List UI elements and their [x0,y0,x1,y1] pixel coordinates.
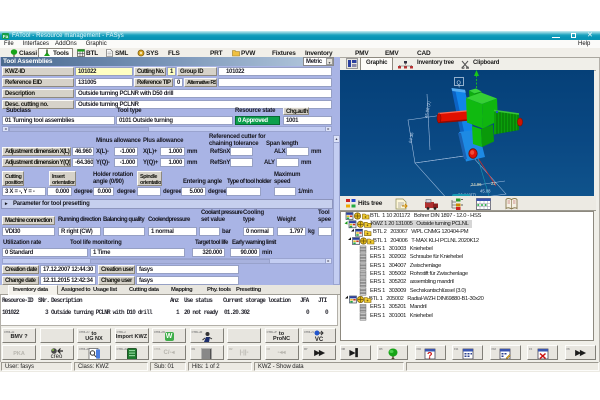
svg-text:45.08: 45.08 [480,189,491,194]
svg-text:24.96: 24.96 [471,182,482,187]
svg-text:?: ? [427,350,433,360]
svg-text:22: 22 [491,181,496,186]
svg-text:Q: Q [457,81,462,87]
